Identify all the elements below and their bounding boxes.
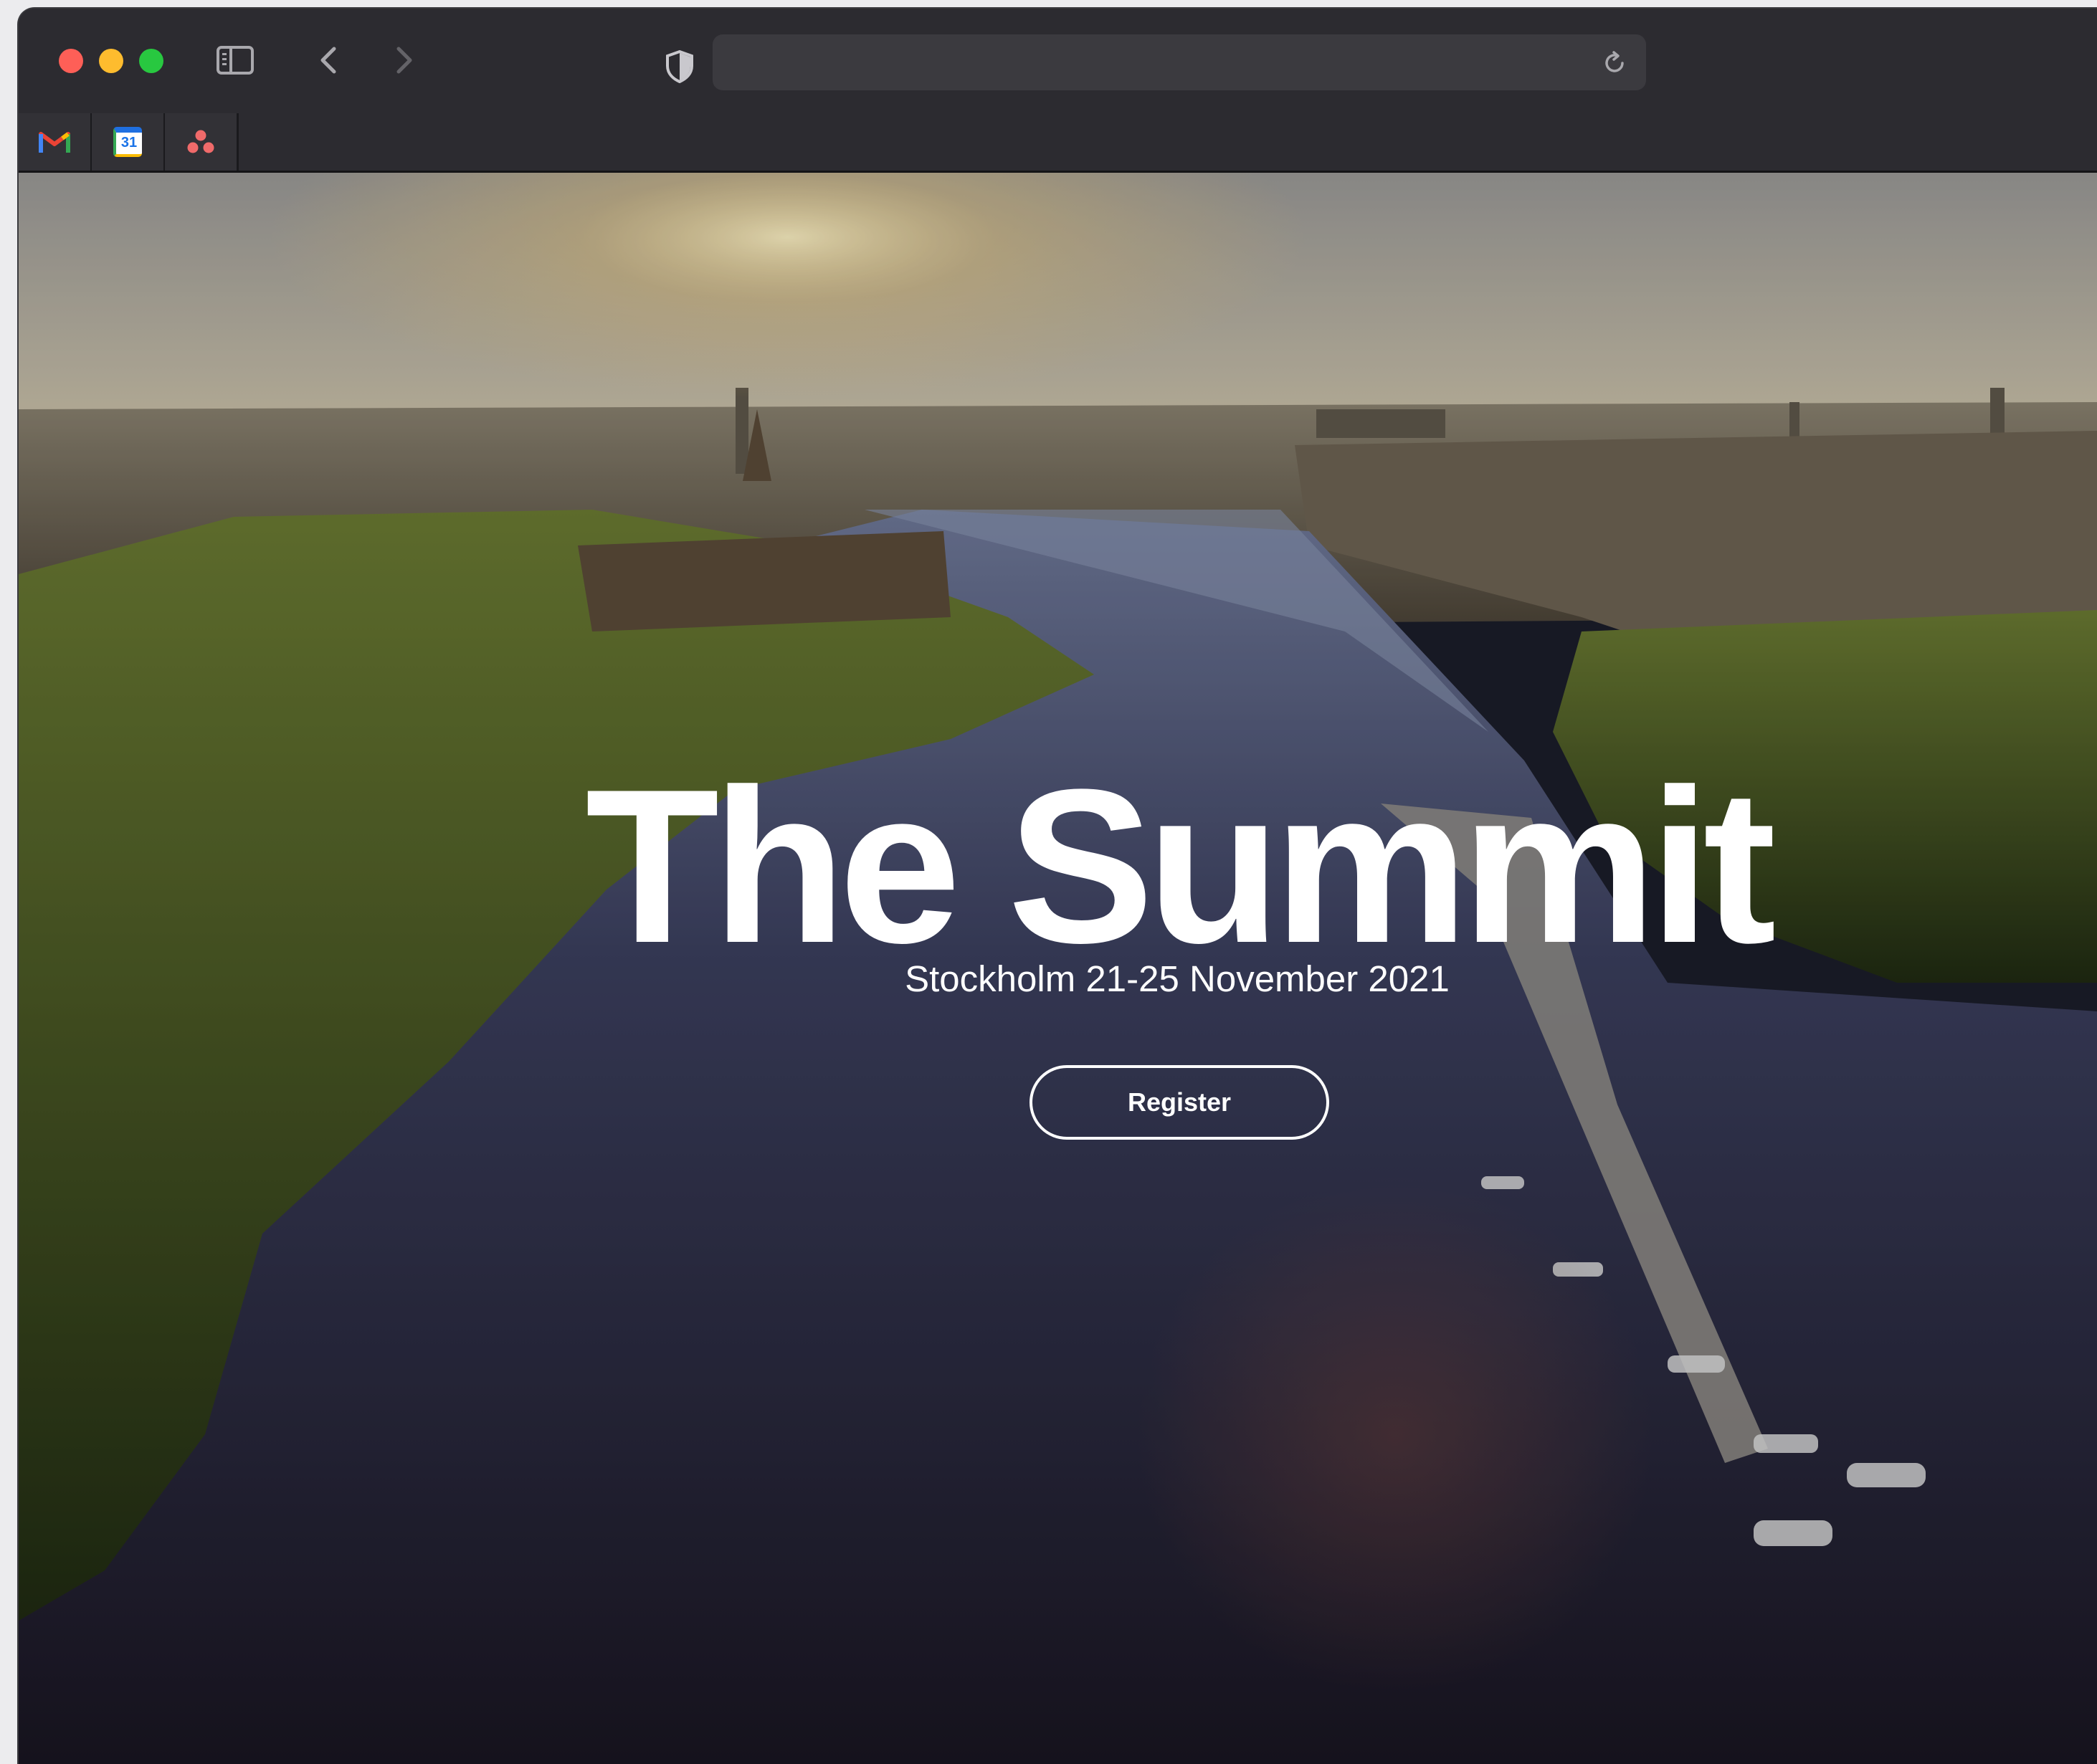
back-arrow-icon[interactable] xyxy=(314,44,346,76)
maximize-window-button[interactable] xyxy=(139,49,163,73)
hero-subtitle: Stockholm 21-25 November 2021 xyxy=(905,958,1450,999)
pinned-tab-gmail[interactable] xyxy=(19,113,92,171)
close-window-button[interactable] xyxy=(59,49,83,73)
privacy-shield-icon[interactable] xyxy=(665,50,694,83)
web-page: The Summit Stockholm 21-25 November 2021… xyxy=(19,173,2097,1764)
reload-icon[interactable] xyxy=(1602,50,1627,76)
google-calendar-icon: 31 xyxy=(113,127,142,157)
browser-window: 31 The Summit Stockholm 21-25 November 2… xyxy=(19,9,2097,1764)
browser-toolbar xyxy=(19,9,2097,113)
address-bar[interactable] xyxy=(713,34,1646,90)
minimize-window-button[interactable] xyxy=(99,49,123,73)
pinned-tabs-bar: 31 xyxy=(19,113,2097,173)
pinned-tab-asana[interactable] xyxy=(165,113,239,171)
pinned-tab-google-calendar[interactable]: 31 xyxy=(92,113,166,171)
asana-icon xyxy=(187,130,214,153)
forward-arrow-icon[interactable] xyxy=(387,44,419,76)
hero-title: The Summit xyxy=(585,743,1776,988)
register-button[interactable]: Register xyxy=(1030,1065,1329,1140)
gmail-icon xyxy=(39,132,70,153)
sidebar-toggle-icon[interactable] xyxy=(217,46,254,75)
